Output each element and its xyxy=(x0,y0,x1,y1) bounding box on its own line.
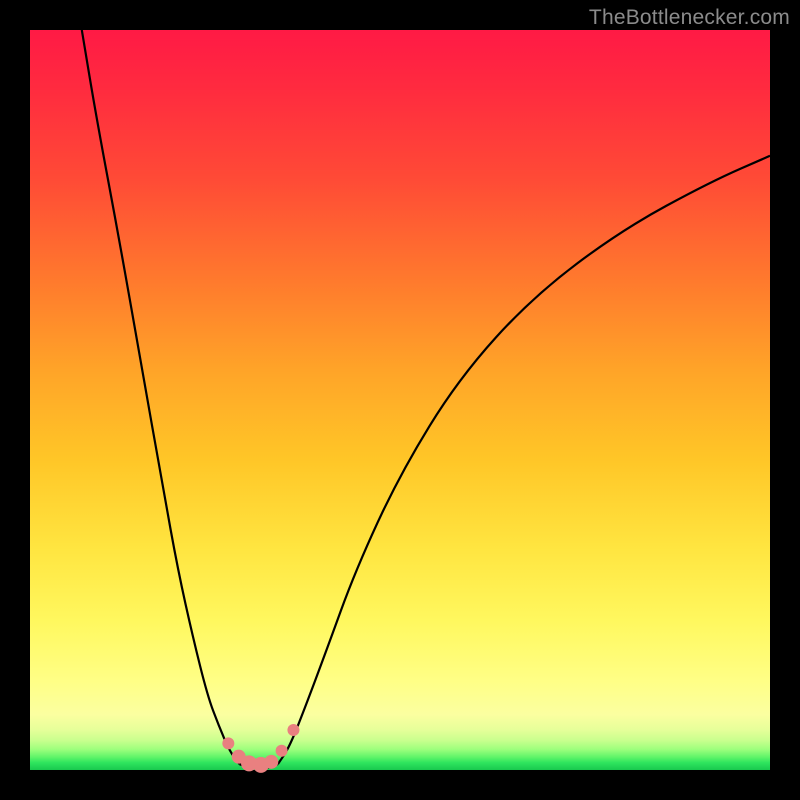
curve-layer xyxy=(30,30,770,770)
chart-frame: TheBottlenecker.com xyxy=(0,0,800,800)
curve-right-branch xyxy=(278,156,770,764)
valley-marker xyxy=(276,745,288,757)
watermark-text: TheBottlenecker.com xyxy=(589,6,790,30)
plot-area xyxy=(30,30,770,770)
valley-marker xyxy=(287,724,299,736)
valley-marker xyxy=(222,737,234,749)
valley-marker xyxy=(264,755,278,769)
curve-left-branch xyxy=(82,30,240,764)
